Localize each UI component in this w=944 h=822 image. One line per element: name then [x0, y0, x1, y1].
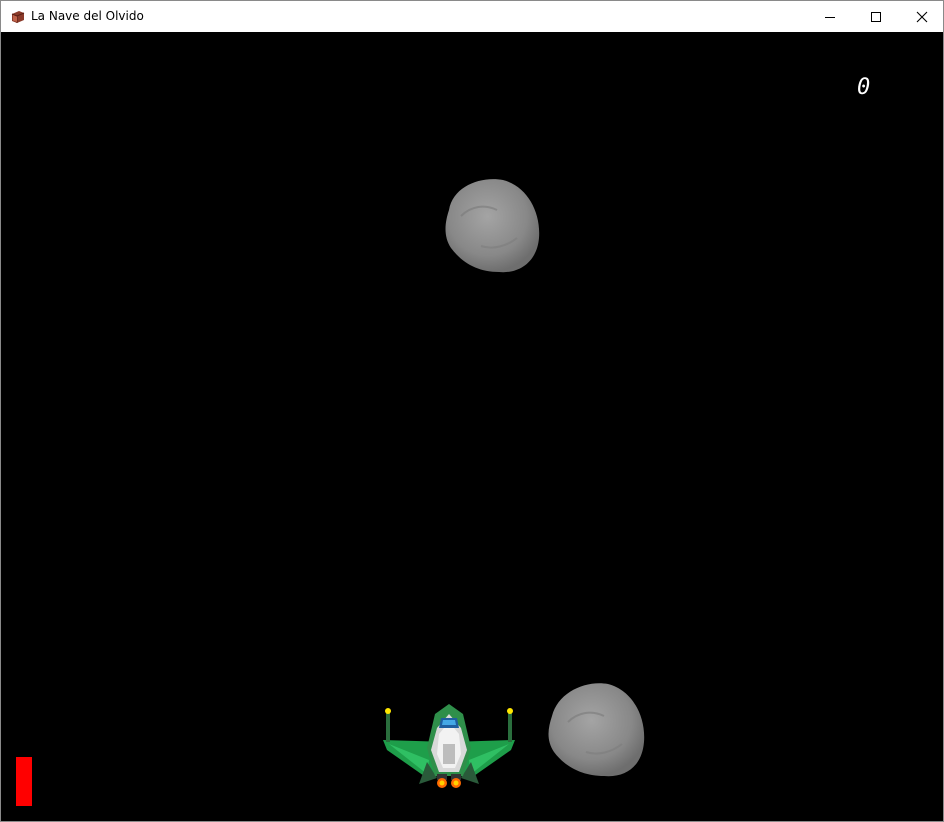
asteroid — [445, 179, 540, 273]
window-title: La Nave del Olvido — [31, 9, 144, 23]
minimize-button[interactable] — [807, 1, 853, 32]
health-bar-fill — [16, 757, 32, 806]
health-bar — [16, 757, 32, 806]
maximize-icon — [871, 12, 881, 22]
score-display: 0 — [857, 75, 871, 100]
title-bar[interactable]: La Nave del Olvido — [1, 1, 943, 32]
book-icon — [11, 11, 25, 23]
maximize-button[interactable] — [853, 1, 899, 32]
spaceship — [383, 704, 515, 788]
close-button[interactable] — [899, 1, 944, 32]
minimize-icon — [825, 17, 835, 18]
game-canvas[interactable]: 0 — [1, 32, 943, 821]
game-window: La Nave del Olvido 0 — [0, 0, 944, 822]
close-icon — [916, 11, 928, 23]
asteroid — [548, 683, 645, 777]
